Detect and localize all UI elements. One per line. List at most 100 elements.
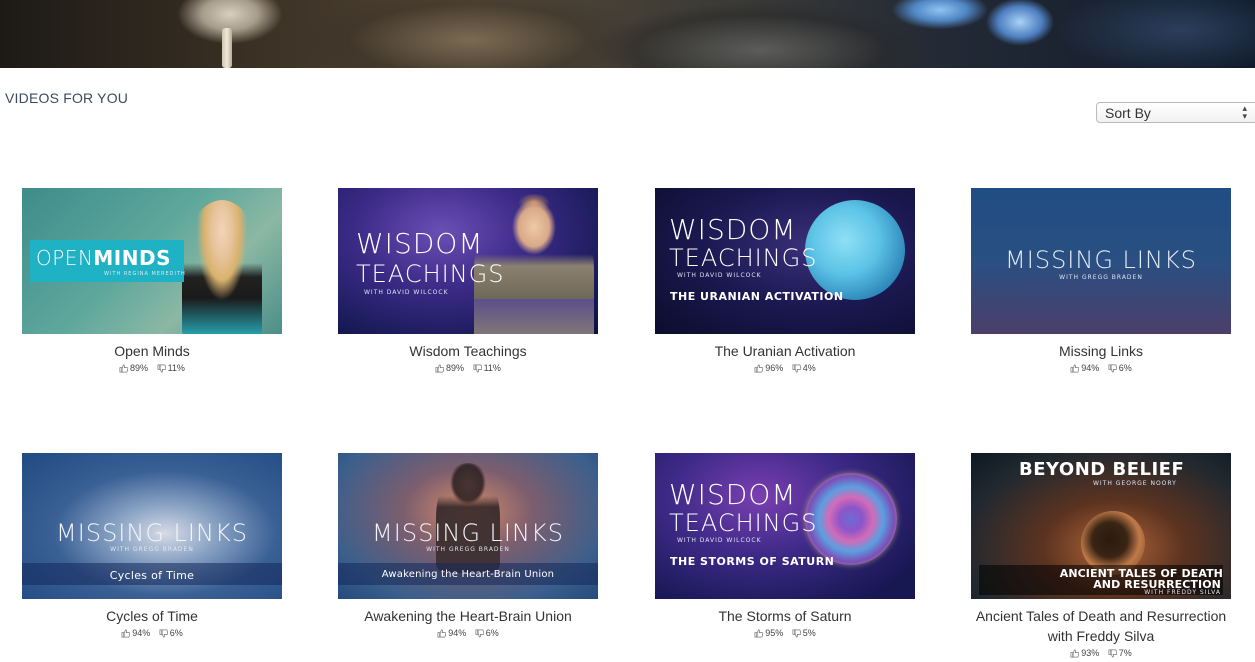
video-thumbnail[interactable]: WISDOM TEACHINGS WITH DAVID WILCOCK THE … <box>655 188 915 334</box>
video-ratings: 93% 7% <box>971 648 1231 662</box>
thumb-episode-title: THE URANIAN ACTIVATION <box>670 290 844 303</box>
thumbs-up-rating: 89% <box>119 363 148 373</box>
thumbs-down-percent: 7% <box>1118 648 1132 658</box>
thumb-title-line: WISDOM <box>669 213 797 246</box>
video-thumbnail[interactable]: MISSING LINKS WITH GREGG BRADEN Awakenin… <box>338 453 598 599</box>
video-thumbnail[interactable]: OPENMINDS WITH REGINA MEREDITH <box>22 188 282 334</box>
thumbs-up-percent: 94% <box>1081 363 1100 373</box>
video-thumbnail[interactable]: MISSING LINKS WITH GREGG BRADEN <box>971 188 1231 334</box>
video-card[interactable]: OPENMINDS WITH REGINA MEREDITH Open Mind… <box>22 188 282 377</box>
thumbs-up-rating: 89% <box>435 363 464 373</box>
thumbs-down-rating: 6% <box>475 628 499 638</box>
thumbs-down-icon <box>1108 649 1117 658</box>
thumbs-down-rating: 6% <box>159 628 183 638</box>
hero-mushroom-graphic <box>222 28 232 68</box>
video-thumbnail[interactable]: WISDOM TEACHINGS WITH DAVID WILCOCK <box>338 188 598 334</box>
section-title: VIDEOS FOR YOU <box>5 90 129 106</box>
thumb-subtitle: WITH GEORGE NOORY <box>1093 480 1177 487</box>
thumbs-down-rating: 4% <box>792 363 816 373</box>
thumbs-down-percent: 5% <box>802 628 816 638</box>
thumbs-up-icon <box>435 364 445 373</box>
video-thumbnail[interactable]: BEYOND BELIEF WITH GEORGE NOORY ANCIENT … <box>971 453 1231 599</box>
thumb-title-line: WISDOM <box>356 227 484 260</box>
thumb-subtitle: WITH GREGG BRADEN <box>110 546 194 553</box>
thumbs-up-percent: 96% <box>765 363 784 373</box>
thumbs-down-icon <box>792 364 801 373</box>
thumbs-up-icon <box>1070 364 1080 373</box>
thumbs-up-percent: 93% <box>1081 648 1100 658</box>
thumbs-down-percent: 6% <box>1118 363 1132 373</box>
video-title[interactable]: Ancient Tales of Death and Resurrection … <box>971 606 1231 646</box>
thumbs-up-percent: 95% <box>765 628 784 638</box>
thumbs-up-icon <box>121 629 131 638</box>
thumbs-down-rating: 11% <box>157 363 185 373</box>
video-card[interactable]: MISSING LINKS WITH GREGG BRADEN Awakenin… <box>338 453 598 642</box>
thumb-subtitle: WITH REGINA MEREDITH <box>104 271 186 277</box>
video-title[interactable]: Missing Links <box>971 341 1231 361</box>
video-title[interactable]: The Uranian Activation <box>655 341 915 361</box>
thumb-subtitle: WITH FREDDY SILVA <box>1144 589 1221 596</box>
thumb-subtitle: WITH GREGG BRADEN <box>426 546 510 553</box>
video-thumbnail[interactable]: WISDOM TEACHINGS WITH DAVID WILCOCK THE … <box>655 453 915 599</box>
thumbs-down-icon <box>792 629 801 638</box>
video-ratings: 95% 5% <box>655 628 915 642</box>
thumb-title-line: WISDOM <box>669 478 797 511</box>
video-card[interactable]: MISSING LINKS WITH GREGG BRADEN Cycles o… <box>22 453 282 642</box>
video-card[interactable]: BEYOND BELIEF WITH GEORGE NOORY ANCIENT … <box>971 453 1231 662</box>
thumb-title-line: OPEN <box>36 246 94 270</box>
video-ratings: 89% 11% <box>22 363 282 377</box>
planet-graphic <box>805 200 905 300</box>
thumb-title-line: TEACHINGS <box>669 244 818 272</box>
thumbs-up-icon <box>437 629 447 638</box>
thumbs-up-percent: 89% <box>130 363 149 373</box>
thumbs-down-icon <box>159 629 168 638</box>
video-ratings: 89% 11% <box>338 363 598 377</box>
thumbs-up-rating: 94% <box>437 628 466 638</box>
video-title[interactable]: Cycles of Time <box>22 606 282 626</box>
video-card[interactable]: MISSING LINKS WITH GREGG BRADEN Missing … <box>971 188 1231 377</box>
thumbs-down-percent: 6% <box>169 628 183 638</box>
hero-banner <box>0 0 1255 68</box>
thumbs-down-rating: 6% <box>1108 363 1132 373</box>
thumbs-down-rating: 7% <box>1108 648 1132 658</box>
thumbs-down-percent: 4% <box>802 363 816 373</box>
thumbs-down-percent: 11% <box>167 363 185 373</box>
thumbs-up-percent: 94% <box>448 628 467 638</box>
thumbs-up-icon <box>754 629 764 638</box>
thumbs-up-percent: 94% <box>132 628 151 638</box>
thumb-episode-title: Awakening the Heart-Brain Union <box>381 569 555 580</box>
thumbs-down-percent: 6% <box>485 628 499 638</box>
thumbs-up-icon <box>754 364 764 373</box>
thumb-title-line: MISSING LINKS <box>1005 246 1197 274</box>
video-card[interactable]: WISDOM TEACHINGS WITH DAVID WILCOCK THE … <box>655 453 915 642</box>
sort-by-select[interactable]: Sort By ▴ ▾ <box>1096 102 1255 123</box>
video-ratings: 94% 6% <box>22 628 282 642</box>
host-portrait <box>182 200 262 334</box>
video-title[interactable]: Wisdom Teachings <box>338 341 598 361</box>
thumbs-up-rating: 96% <box>754 363 783 373</box>
thumbs-down-rating: 5% <box>792 628 816 638</box>
thumbs-up-rating: 93% <box>1070 648 1099 658</box>
thumb-title-line: TEACHINGS <box>669 509 818 537</box>
thumb-episode-title: THE STORMS OF SATURN <box>670 555 835 568</box>
thumbs-down-icon <box>157 364 166 373</box>
video-ratings: 94% 6% <box>971 363 1231 377</box>
thumb-title-line: MISSING LINKS <box>372 519 564 547</box>
thumbs-up-icon <box>119 364 129 373</box>
thumbs-up-rating: 94% <box>1070 363 1099 373</box>
video-title[interactable]: Open Minds <box>22 341 282 361</box>
video-thumbnail[interactable]: MISSING LINKS WITH GREGG BRADEN Cycles o… <box>22 453 282 599</box>
thumb-title-line: MINDS <box>93 246 171 270</box>
thumb-subtitle: WITH DAVID WILCOCK <box>677 272 762 279</box>
video-title[interactable]: The Storms of Saturn <box>655 606 915 626</box>
thumbs-down-rating: 11% <box>473 363 501 373</box>
select-arrows-icon: ▴ ▾ <box>1242 103 1247 121</box>
thumb-subtitle: WITH GREGG BRADEN <box>1059 274 1143 281</box>
video-card[interactable]: WISDOM TEACHINGS WITH DAVID WILCOCK Wisd… <box>338 188 598 377</box>
video-title[interactable]: Awakening the Heart-Brain Union <box>338 606 598 626</box>
sort-by-label: Sort By <box>1105 105 1151 121</box>
video-card[interactable]: WISDOM TEACHINGS WITH DAVID WILCOCK THE … <box>655 188 915 377</box>
planet-graphic <box>805 473 897 565</box>
thumbs-up-rating: 95% <box>754 628 783 638</box>
thumbs-down-percent: 11% <box>483 363 501 373</box>
